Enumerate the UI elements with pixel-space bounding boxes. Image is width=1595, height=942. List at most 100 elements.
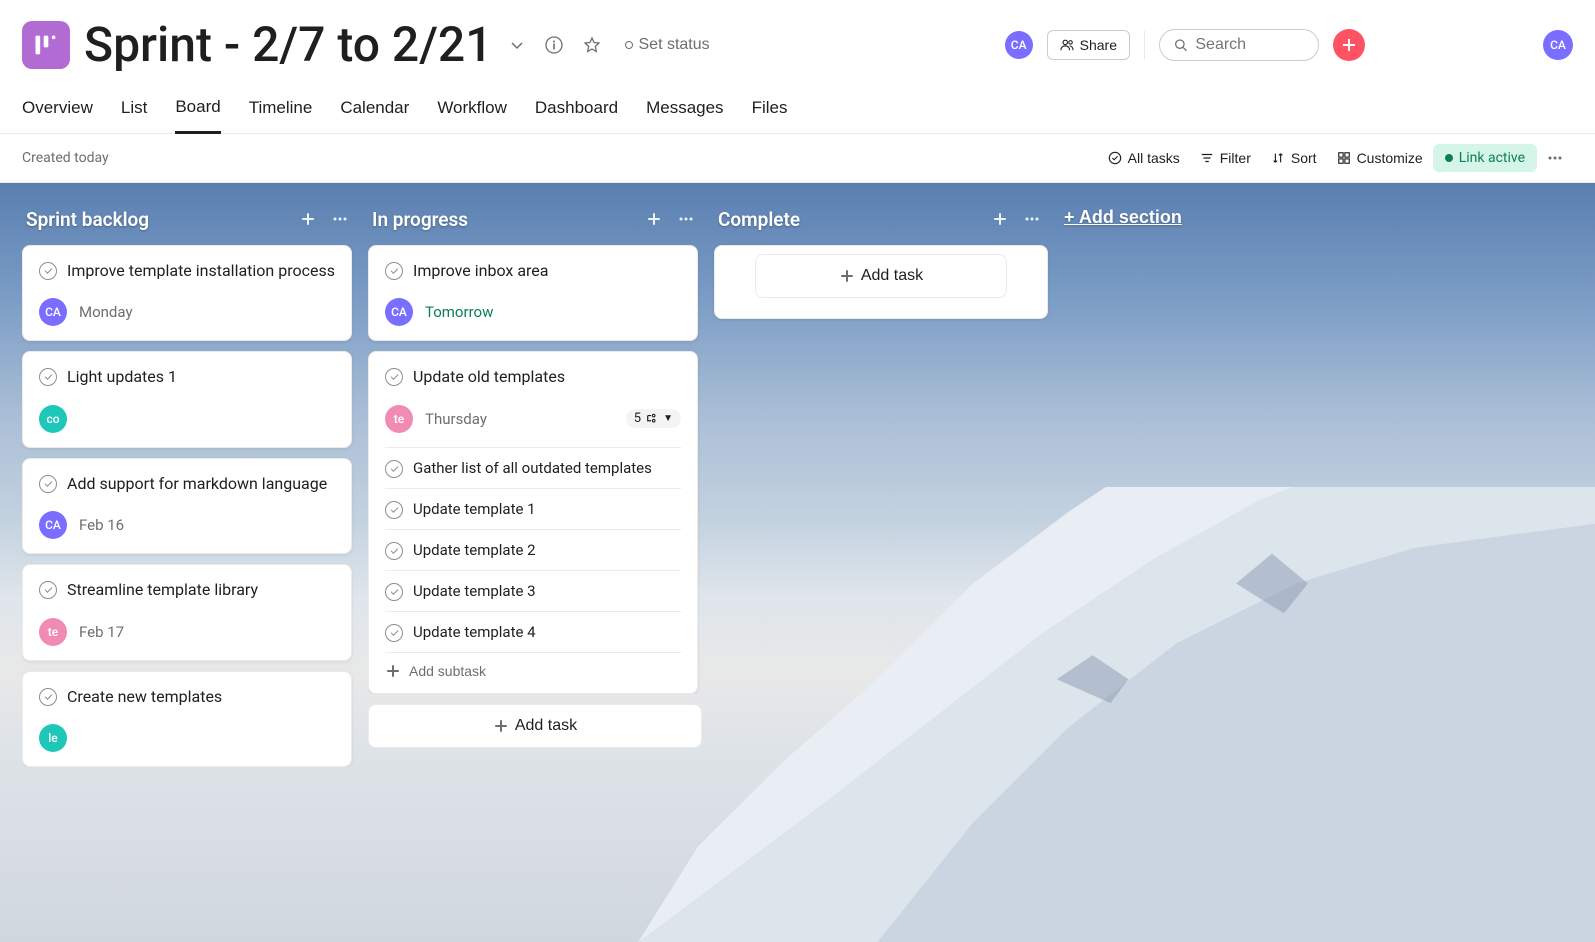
global-add-button[interactable]: [1333, 29, 1365, 61]
add-section-button[interactable]: + Add section: [1060, 199, 1186, 236]
divider: [1144, 31, 1145, 59]
task-card[interactable]: Improve template installation processCAM…: [22, 245, 352, 341]
assignee-avatar[interactable]: te: [385, 405, 413, 433]
search-input[interactable]: [1195, 36, 1304, 54]
subtask-title: Update template 2: [413, 541, 536, 559]
column-more-button[interactable]: [674, 207, 698, 231]
info-button[interactable]: [541, 32, 567, 58]
task-meta: teThursday5 ▼: [385, 405, 681, 433]
due-date: Feb 17: [79, 623, 124, 641]
task-card[interactable]: Update old templatesteThursday5 ▼Gather …: [368, 351, 698, 693]
tab-overview[interactable]: Overview: [22, 89, 93, 133]
assignee-avatar[interactable]: CA: [39, 511, 67, 539]
sort-button[interactable]: Sort: [1261, 144, 1327, 172]
tab-dashboard[interactable]: Dashboard: [535, 89, 618, 133]
set-status-label: Set status: [639, 36, 710, 54]
task-meta: co: [39, 405, 335, 433]
subtask-count-pill[interactable]: 5 ▼: [626, 409, 681, 428]
column-more-button[interactable]: [328, 207, 352, 231]
subtask-title: Update template 4: [413, 623, 536, 641]
assignee-avatar[interactable]: CA: [39, 298, 67, 326]
column-add-button[interactable]: [642, 207, 666, 231]
set-status-button[interactable]: Set status: [617, 32, 718, 58]
subtask-item[interactable]: Update template 4: [385, 611, 681, 652]
add-subtask-button[interactable]: Add subtask: [385, 652, 681, 679]
more-icon: [332, 211, 348, 227]
cards-list[interactable]: Improve inbox areaCATomorrow Update old t…: [368, 245, 702, 694]
task-card[interactable]: Improve inbox areaCATomorrow: [368, 245, 698, 341]
check-circle-icon: [1108, 151, 1122, 165]
check-circle-icon[interactable]: [39, 368, 57, 386]
tab-timeline[interactable]: Timeline: [249, 89, 313, 133]
share-button[interactable]: Share: [1047, 30, 1130, 60]
search-box[interactable]: [1159, 29, 1319, 61]
assignee-avatar[interactable]: co: [39, 405, 67, 433]
task-card[interactable]: Add support for markdown languageCAFeb 1…: [22, 458, 352, 554]
tab-calendar[interactable]: Calendar: [340, 89, 409, 133]
more-button[interactable]: [1537, 144, 1573, 172]
check-circle-icon[interactable]: [39, 262, 57, 280]
task-card[interactable]: Create new templatesle: [22, 671, 352, 767]
star-button[interactable]: [579, 32, 605, 58]
tab-files[interactable]: Files: [752, 89, 788, 133]
column: Sprint backlog Improve template installat…: [22, 199, 356, 767]
column-title[interactable]: Complete: [718, 208, 800, 231]
check-circle-icon[interactable]: [385, 624, 403, 642]
member-avatar[interactable]: CA: [1005, 31, 1033, 59]
assignee-avatar[interactable]: te: [39, 618, 67, 646]
task-title: Improve template installation process: [67, 260, 335, 282]
tab-list[interactable]: List: [121, 89, 147, 133]
check-circle-icon[interactable]: [385, 583, 403, 601]
all-tasks-button[interactable]: All tasks: [1098, 144, 1190, 172]
add-task-button[interactable]: Add task: [755, 254, 1007, 298]
tab-workflow[interactable]: Workflow: [437, 89, 507, 133]
task-card[interactable]: Light updates 1co: [22, 351, 352, 447]
assignee-avatar[interactable]: le: [39, 724, 67, 752]
project-title[interactable]: Sprint - 2/7 to 2/21: [84, 16, 493, 73]
subtask-item[interactable]: Gather list of all outdated templates: [385, 447, 681, 488]
tabs: Overview List Board Timeline Calendar Workflo…: [0, 81, 1595, 134]
assignee-avatar[interactable]: CA: [385, 298, 413, 326]
subtask-item[interactable]: Update template 2: [385, 529, 681, 570]
subtask-item[interactable]: Update template 3: [385, 570, 681, 611]
more-icon: [1547, 150, 1563, 166]
filter-button[interactable]: Filter: [1190, 144, 1261, 172]
check-circle-icon[interactable]: [385, 368, 403, 386]
customize-button[interactable]: Customize: [1327, 144, 1433, 172]
column-body: Add task: [714, 245, 1048, 319]
column-title[interactable]: In progress: [372, 208, 468, 231]
column-more-button[interactable]: [1020, 207, 1044, 231]
subtask-title: Gather list of all outdated templates: [413, 459, 652, 477]
check-circle-icon[interactable]: [39, 688, 57, 706]
created-label: Created today: [22, 150, 109, 166]
people-icon: [1060, 38, 1074, 52]
board[interactable]: Sprint backlog Improve template installat…: [0, 183, 1595, 942]
info-icon: [545, 36, 563, 54]
link-active-badge[interactable]: Link active: [1433, 144, 1537, 172]
check-circle-icon[interactable]: [385, 262, 403, 280]
share-label: Share: [1080, 37, 1117, 53]
check-circle-icon[interactable]: [385, 460, 403, 478]
check-circle-icon[interactable]: [385, 542, 403, 560]
plus-icon: [992, 211, 1008, 227]
add-task-button[interactable]: Add task: [368, 704, 702, 748]
star-icon: [583, 36, 601, 54]
check-circle-icon[interactable]: [39, 475, 57, 493]
project-icon: [22, 21, 70, 69]
tab-messages[interactable]: Messages: [646, 89, 723, 133]
plus-icon: [1341, 37, 1357, 53]
tab-board[interactable]: Board: [175, 89, 220, 134]
user-avatar[interactable]: CA: [1543, 30, 1573, 60]
subtask-item[interactable]: Update template 1: [385, 488, 681, 529]
column-title[interactable]: Sprint backlog: [26, 208, 149, 231]
check-circle-icon[interactable]: [385, 501, 403, 519]
task-card[interactable]: Streamline template libraryteFeb 17: [22, 564, 352, 660]
check-circle-icon[interactable]: [39, 581, 57, 599]
cards-list[interactable]: Improve template installation processCAM…: [22, 245, 356, 767]
column-add-button[interactable]: [988, 207, 1012, 231]
column-header: Complete: [714, 199, 1048, 245]
title-dropdown[interactable]: [505, 33, 529, 57]
plus-icon: [646, 211, 662, 227]
column-add-button[interactable]: [296, 207, 320, 231]
search-icon: [1174, 37, 1187, 53]
